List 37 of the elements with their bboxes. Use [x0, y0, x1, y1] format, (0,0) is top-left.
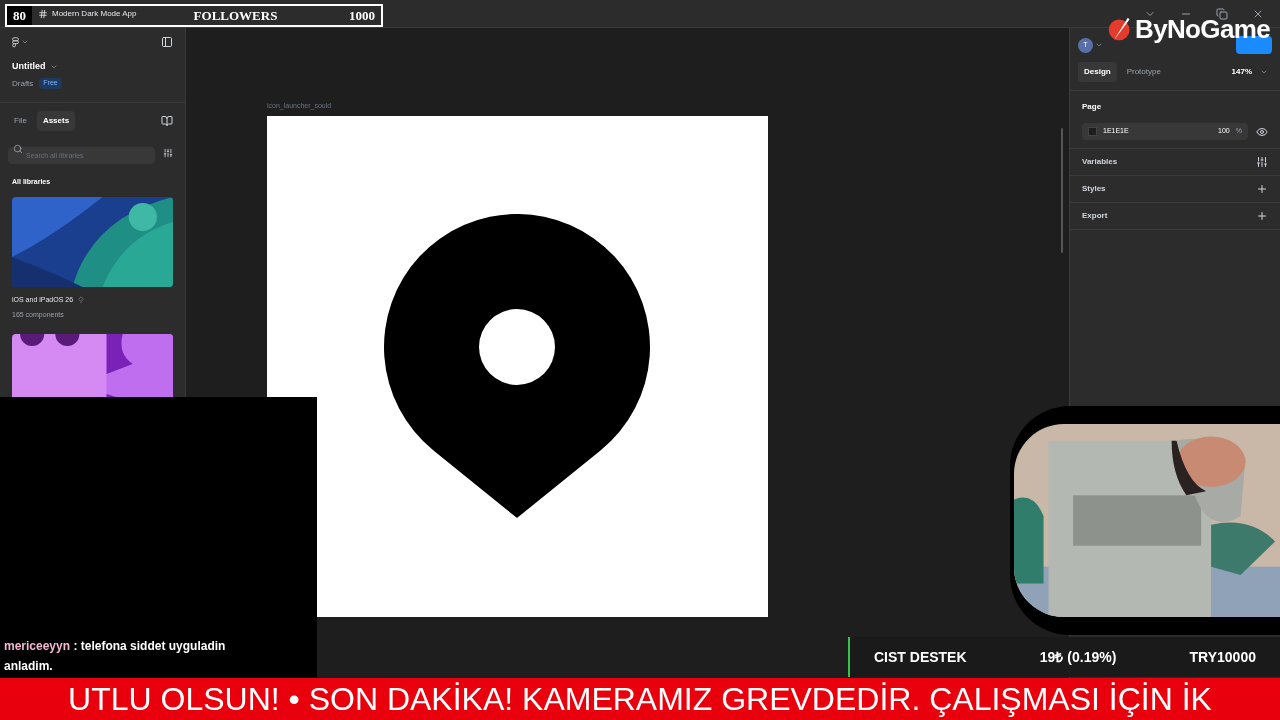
sidebar-toggle-icon[interactable]	[161, 36, 173, 48]
news-ticker: UTLU OLSUN! • SON DAKİKA! KAMERAMIZ GREVDEDİR. ÇALIŞMASI İÇİN İK	[0, 678, 1280, 720]
donation-bar: CIST DESTEK 19₺ (0.19%) TRY10000	[848, 637, 1280, 677]
scrollbar[interactable]	[1061, 128, 1063, 253]
panel-section[interactable]: Styles	[1070, 176, 1280, 203]
chat-message: mericeeyyn : telefona siddet uyguladin anladim.	[4, 638, 227, 675]
add-icon[interactable]	[1256, 210, 1268, 222]
panel-tab[interactable]: File	[8, 110, 33, 131]
zoom-level[interactable]: 147%	[1231, 66, 1252, 78]
component-icon	[38, 8, 48, 19]
frame[interactable]	[267, 115, 768, 617]
chevron-icon[interactable]	[1260, 68, 1268, 76]
library-icon[interactable]	[161, 114, 173, 127]
location-pin-icon	[384, 214, 651, 518]
filter-icon[interactable]	[163, 147, 173, 158]
panel-tab[interactable]: Prototype	[1120, 62, 1167, 82]
panel-tab[interactable]: Design	[1078, 62, 1117, 82]
document-tab[interactable]: Modern Dark Mode App	[30, 0, 145, 27]
logo: ByNoGame	[1107, 16, 1270, 42]
panel-tab[interactable]: Assets	[36, 110, 76, 131]
visibility-icon[interactable]	[1256, 125, 1268, 138]
follower-label: FOLLOWERS	[193, 6, 278, 25]
search-icon	[13, 144, 23, 154]
panel-section[interactable]: Export	[1070, 203, 1280, 230]
location-label: Drafts	[12, 77, 34, 90]
add-icon[interactable]	[1256, 183, 1268, 195]
app-logo-icon[interactable]	[12, 36, 19, 48]
file-name[interactable]: Untitled	[12, 60, 46, 74]
follower-count: 80	[7, 6, 32, 25]
settings-icon[interactable]	[1256, 156, 1268, 168]
component-icon	[77, 296, 86, 305]
color-swatch[interactable]	[1088, 127, 1097, 136]
chevron-icon[interactable]	[1095, 41, 1103, 49]
follower-goal: 1000	[349, 6, 375, 25]
restore-icon[interactable]	[1216, 7, 1228, 20]
section-title: Page	[1082, 101, 1103, 113]
panel-section[interactable]: Variables	[1070, 149, 1280, 176]
